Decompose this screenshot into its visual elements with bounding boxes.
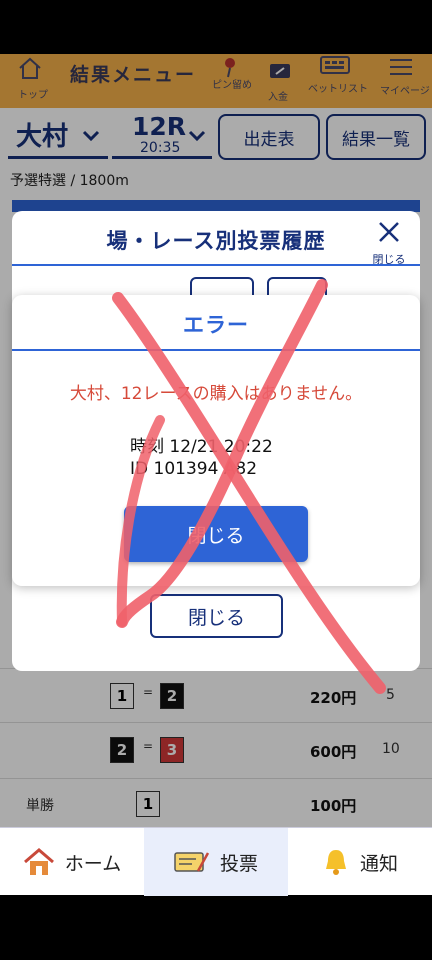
tab-home[interactable]: ホーム (0, 828, 144, 896)
error-dialog: エラー 大村、12レースの購入はありません。 時刻 12/21 20:22 ID… (12, 295, 420, 586)
error-title: エラー (183, 313, 249, 337)
tab-notify-label: 通知 (359, 852, 398, 875)
bottom-tab-bar: ホーム 投票 通知 (0, 827, 432, 896)
history-close-x[interactable]: 閉じる (366, 219, 412, 267)
history-modal-divider (12, 264, 420, 266)
close-icon (379, 222, 399, 242)
error-id: ID 101394 A82 (130, 459, 258, 479)
bell-icon (325, 850, 346, 875)
history-modal-title: 場・レース別投票履歴 (106, 229, 326, 253)
history-close-button[interactable]: 閉じる (150, 594, 283, 638)
error-timestamp: 時刻 12/21 20:22 (130, 437, 273, 457)
tab-vote[interactable]: 投票 (144, 828, 288, 896)
tab-home-label: ホーム (64, 852, 122, 875)
home-icon (23, 848, 54, 875)
error-divider (12, 349, 420, 351)
error-close-button[interactable]: 閉じる (124, 506, 308, 562)
phone-screen: トップ 結果メニュー ピン留め 入金 ベットリスト マイページ 大村 12R 2… (0, 0, 432, 960)
tab-vote-label: 投票 (219, 852, 258, 875)
tab-notify[interactable]: 通知 (288, 828, 432, 896)
error-message: 大村、12レースの購入はありません。 (69, 384, 363, 404)
ticket-icon (174, 852, 210, 872)
